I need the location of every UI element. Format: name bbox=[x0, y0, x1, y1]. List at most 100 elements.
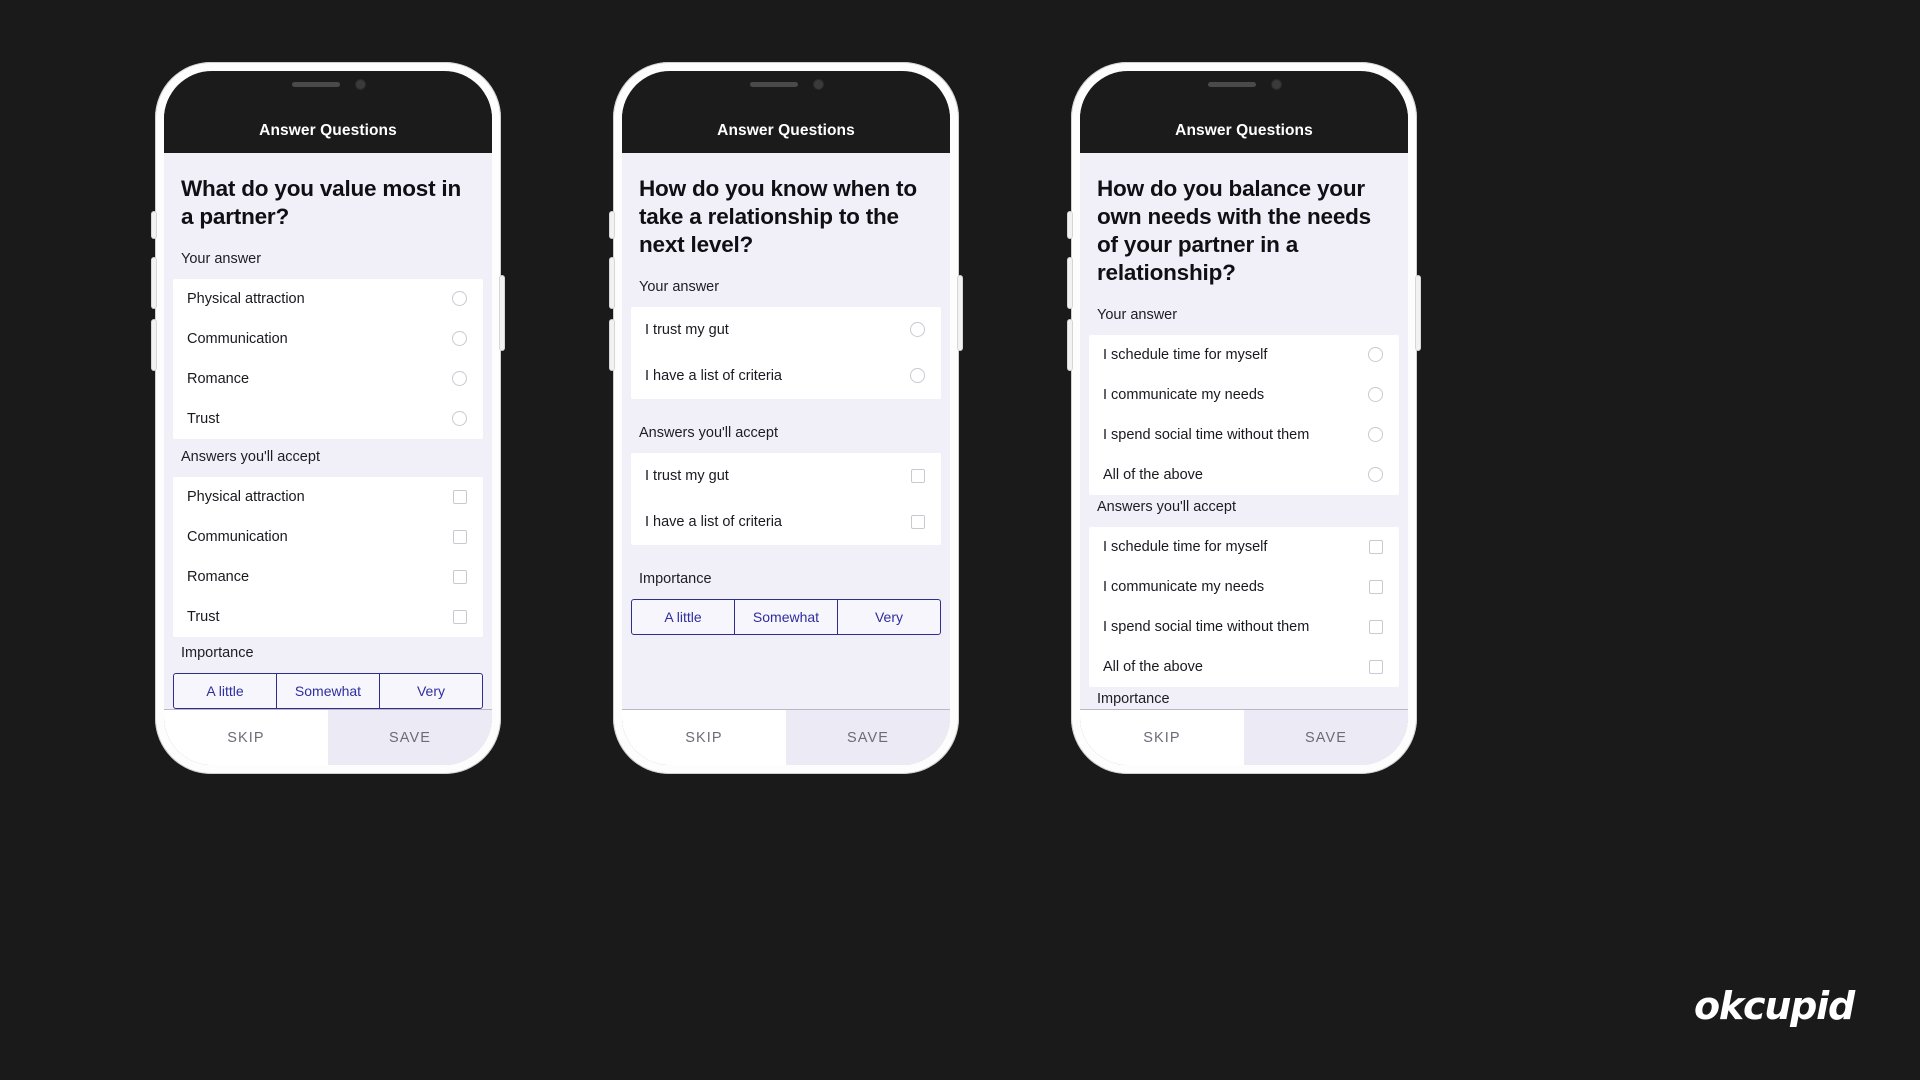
mute-switch[interactable] bbox=[610, 212, 614, 238]
volume-up-button[interactable] bbox=[1068, 258, 1072, 308]
phone-mockup-2: Answer Questions How do you know when to… bbox=[610, 62, 962, 774]
checkbox-icon[interactable] bbox=[453, 569, 467, 584]
scroll-area-1[interactable]: What do you value most in a partner? You… bbox=[164, 153, 492, 709]
mute-switch[interactable] bbox=[152, 212, 156, 238]
importance-option-very[interactable]: Very bbox=[380, 674, 482, 708]
importance-option-very[interactable]: Very bbox=[838, 600, 940, 634]
volume-down-button[interactable] bbox=[1068, 320, 1072, 370]
volume-up-button[interactable] bbox=[152, 258, 156, 308]
volume-down-button[interactable] bbox=[152, 320, 156, 370]
checkbox-icon[interactable] bbox=[453, 489, 467, 504]
radio-button-icon[interactable] bbox=[1368, 347, 1383, 363]
skip-button[interactable]: SKIP bbox=[622, 710, 786, 765]
importance-option-a-little[interactable]: A little bbox=[632, 599, 735, 634]
phone-screen-3: Answer Questions How do you balance your… bbox=[1080, 71, 1408, 765]
power-button[interactable] bbox=[958, 276, 962, 350]
list-item[interactable]: I schedule time for myself bbox=[1089, 527, 1399, 567]
action-bar-2: SKIP SAVE bbox=[622, 709, 950, 765]
front-camera-icon bbox=[1271, 79, 1281, 89]
power-button[interactable] bbox=[1416, 276, 1420, 350]
notch-3 bbox=[1163, 71, 1325, 97]
checkbox-icon[interactable] bbox=[1369, 619, 1383, 634]
earpiece-speaker-icon bbox=[749, 81, 798, 87]
checkbox-icon[interactable] bbox=[911, 514, 925, 529]
list-item[interactable]: Physical attraction bbox=[173, 477, 483, 517]
list-item[interactable]: Trust bbox=[173, 399, 483, 439]
radio-button-icon[interactable] bbox=[1368, 467, 1383, 483]
list-item[interactable]: I schedule time for myself bbox=[1089, 335, 1399, 375]
option-label: Physical attraction bbox=[187, 488, 305, 505]
volume-down-button[interactable] bbox=[610, 320, 614, 370]
option-label: I communicate my needs bbox=[1103, 386, 1265, 403]
radio-button-icon[interactable] bbox=[910, 368, 925, 384]
importance-option-somewhat[interactable]: Somewhat bbox=[277, 674, 380, 708]
option-label: I schedule time for myself bbox=[1103, 538, 1268, 555]
importance-option-somewhat[interactable]: Somewhat bbox=[735, 599, 838, 634]
radio-button-icon[interactable] bbox=[910, 322, 925, 338]
radio-button-icon[interactable] bbox=[452, 331, 467, 347]
checkbox-icon[interactable] bbox=[1369, 539, 1383, 554]
mute-switch[interactable] bbox=[1068, 212, 1072, 238]
list-item[interactable]: I spend social time without them bbox=[1089, 607, 1399, 647]
list-item[interactable]: I trust my gut bbox=[631, 307, 941, 353]
phone-screen-1: Answer Questions What do you value most … bbox=[164, 71, 492, 765]
question-text: What do you value most in a partner? bbox=[181, 176, 462, 229]
scroll-area-3[interactable]: How do you balance your own needs with t… bbox=[1080, 153, 1408, 709]
radio-button-icon[interactable] bbox=[1368, 427, 1383, 443]
list-item[interactable]: Communication bbox=[173, 517, 483, 557]
option-label: I schedule time for myself bbox=[1103, 346, 1268, 363]
save-button[interactable]: SAVE bbox=[1244, 710, 1408, 765]
list-item[interactable]: I have a list of criteria bbox=[631, 499, 941, 545]
option-label: I have a list of criteria bbox=[645, 367, 782, 384]
radio-button-icon[interactable] bbox=[1368, 387, 1383, 403]
list-item[interactable]: Physical attraction bbox=[173, 279, 483, 319]
importance-control-2: A little Somewhat Very bbox=[622, 598, 950, 635]
option-label: Trust bbox=[187, 608, 220, 625]
scroll-area-2[interactable]: How do you know when to take a relations… bbox=[622, 153, 950, 709]
earpiece-speaker-icon bbox=[291, 81, 340, 87]
skip-button[interactable]: SKIP bbox=[1080, 710, 1244, 765]
list-item[interactable]: I trust my gut bbox=[631, 453, 941, 499]
save-button[interactable]: SAVE bbox=[786, 710, 950, 765]
importance-control-1: A little Somewhat Very bbox=[164, 673, 492, 709]
question-text: How do you know when to take a relations… bbox=[639, 176, 917, 257]
radio-button-icon[interactable] bbox=[452, 411, 467, 427]
power-button[interactable] bbox=[500, 276, 504, 350]
skip-button[interactable]: SKIP bbox=[164, 710, 328, 765]
your-answer-list-2: I trust my gut I have a list of criteria bbox=[631, 306, 941, 399]
list-item[interactable]: All of the above bbox=[1089, 647, 1399, 687]
checkbox-icon[interactable] bbox=[911, 468, 925, 483]
list-item[interactable]: Romance bbox=[173, 359, 483, 399]
app-content-2: How do you know when to take a relations… bbox=[622, 153, 950, 765]
app-content-1: What do you value most in a partner? You… bbox=[164, 153, 492, 765]
option-label: All of the above bbox=[1103, 658, 1203, 675]
option-label: All of the above bbox=[1103, 466, 1203, 483]
action-bar-3: SKIP SAVE bbox=[1080, 709, 1408, 765]
answers-accept-label: Answers you'll accept bbox=[1097, 498, 1236, 515]
list-item[interactable]: I have a list of criteria bbox=[631, 353, 941, 399]
checkbox-icon[interactable] bbox=[453, 609, 467, 624]
phone-mockup-1: Answer Questions What do you value most … bbox=[152, 62, 504, 774]
save-button[interactable]: SAVE bbox=[328, 710, 492, 765]
volume-up-button[interactable] bbox=[610, 258, 614, 308]
radio-button-icon[interactable] bbox=[452, 291, 467, 307]
front-camera-icon bbox=[355, 79, 365, 89]
list-item[interactable]: I communicate my needs bbox=[1089, 567, 1399, 607]
notch-1 bbox=[247, 71, 409, 97]
list-item[interactable]: I communicate my needs bbox=[1089, 375, 1399, 415]
list-item[interactable]: Romance bbox=[173, 557, 483, 597]
list-item[interactable]: Trust bbox=[173, 597, 483, 637]
checkbox-icon[interactable] bbox=[1369, 659, 1383, 674]
option-label: Romance bbox=[187, 568, 250, 585]
checkbox-icon[interactable] bbox=[453, 529, 467, 544]
screenshot-canvas: Answer Questions What do you value most … bbox=[0, 0, 1920, 1080]
phone-screen-2: Answer Questions How do you know when to… bbox=[622, 71, 950, 765]
list-item[interactable]: All of the above bbox=[1089, 455, 1399, 495]
radio-button-icon[interactable] bbox=[452, 371, 467, 387]
list-item[interactable]: Communication bbox=[173, 319, 483, 359]
earpiece-speaker-icon bbox=[1207, 81, 1256, 87]
checkbox-icon[interactable] bbox=[1369, 579, 1383, 594]
list-item[interactable]: I spend social time without them bbox=[1089, 415, 1399, 455]
importance-option-a-little[interactable]: A little bbox=[174, 674, 277, 708]
